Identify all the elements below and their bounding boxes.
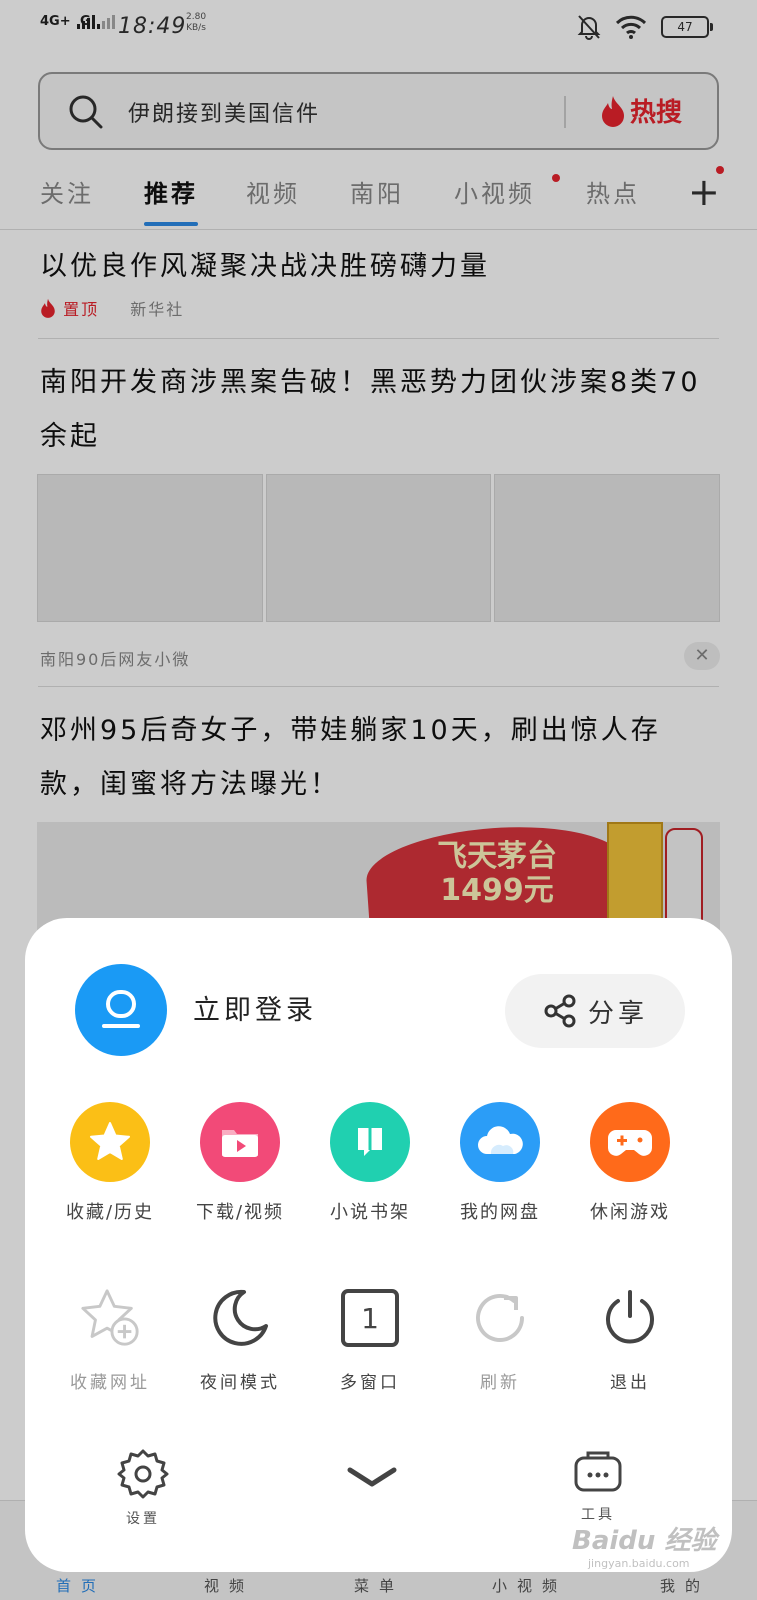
tool-label: 夜间模式 [200,1373,280,1393]
moon-icon [208,1286,272,1350]
share-label: 分享 [587,998,648,1029]
user-icon [102,990,140,1028]
window-count: 1 [361,1301,379,1335]
refresh-button[interactable]: 刷新 [435,1286,565,1393]
tool-label: 收藏网址 [70,1373,150,1393]
cloud-drive-button[interactable]: 我的网盘 [435,1102,565,1224]
share-button[interactable]: 分享 [505,974,685,1048]
tool-label: 多窗口 [340,1373,400,1393]
star-add-icon [78,1286,142,1350]
share-icon [544,994,576,1028]
bookmark-url-button[interactable]: 收藏网址 [45,1286,175,1393]
settings-button[interactable]: 设置 [88,1448,198,1528]
multi-window-button[interactable]: 1 多窗口 [305,1286,435,1393]
menu-sheet: 立即登录 分享 收藏/历史 下载/视频 小说书架 我的网盘 休闲游戏 收藏网址 … [25,918,732,1572]
gamepad-icon [590,1102,670,1182]
window-count-icon: 1 [338,1286,402,1350]
book-icon [330,1102,410,1182]
tool-label: 退出 [610,1373,650,1393]
watermark-logo: Baidu 经验 jingyan.baidu.com [572,1526,717,1570]
play-folder-icon [200,1102,280,1182]
cloud-icon [460,1102,540,1182]
feature-label: 收藏/历史 [65,1202,155,1223]
casual-games-button[interactable]: 休闲游戏 [565,1102,695,1224]
toolbox-icon [574,1451,622,1492]
chevron-down-icon[interactable] [347,1466,397,1490]
favorites-history-button[interactable]: 收藏/历史 [45,1102,175,1224]
refresh-icon [468,1286,532,1350]
settings-label: 设置 [126,1511,160,1527]
downloads-video-button[interactable]: 下载/视频 [175,1102,305,1224]
feature-label: 我的网盘 [460,1202,540,1223]
avatar[interactable] [75,964,167,1056]
exit-button[interactable]: 退出 [565,1286,695,1393]
feature-label: 下载/视频 [195,1202,285,1223]
gear-icon [117,1449,169,1499]
tool-label: 刷新 [480,1373,520,1393]
feature-label: 小说书架 [330,1202,410,1223]
tools-button[interactable]: 工具 [543,1448,653,1524]
novel-shelf-button[interactable]: 小说书架 [305,1102,435,1224]
power-icon [598,1286,662,1350]
feature-label: 休闲游戏 [590,1202,670,1223]
login-label[interactable]: 立即登录 [193,988,317,1027]
star-icon [70,1102,150,1182]
night-mode-button[interactable]: 夜间模式 [175,1286,305,1393]
